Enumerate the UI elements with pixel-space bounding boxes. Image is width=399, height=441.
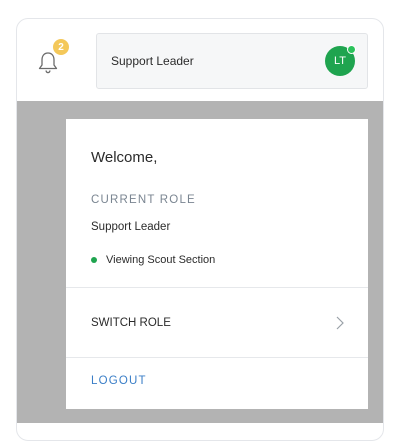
current-role-card[interactable]: Support Leader LT xyxy=(96,33,368,89)
account-panel: 2 Support Leader LT Welcome, CURRENT ROL… xyxy=(16,18,384,441)
current-role-heading: CURRENT ROLE xyxy=(91,194,196,206)
divider xyxy=(66,357,368,358)
account-menu: Welcome, CURRENT ROLE Support Leader Vie… xyxy=(66,119,368,409)
viewing-section-label: Viewing Scout Section xyxy=(106,254,216,266)
notification-count-badge: 2 xyxy=(53,39,69,55)
current-role-value: Support Leader xyxy=(91,221,171,233)
welcome-text: Welcome, xyxy=(91,149,158,166)
header: 2 Support Leader LT xyxy=(17,19,383,101)
avatar-initials: LT xyxy=(333,55,347,67)
switch-role-label: SWITCH ROLE xyxy=(91,316,171,329)
online-status-dot xyxy=(347,45,356,54)
viewing-section-status: Viewing Scout Section xyxy=(91,254,215,266)
role-card-label: Support Leader xyxy=(111,54,194,68)
chevron-right-icon xyxy=(336,316,344,330)
switch-role-item[interactable]: SWITCH ROLE xyxy=(66,288,368,357)
avatar[interactable]: LT xyxy=(325,45,356,76)
status-dot xyxy=(91,257,97,263)
logout-button[interactable]: LOGOUT xyxy=(91,375,147,387)
dropdown-overlay[interactable]: Welcome, CURRENT ROLE Support Leader Vie… xyxy=(17,101,383,423)
